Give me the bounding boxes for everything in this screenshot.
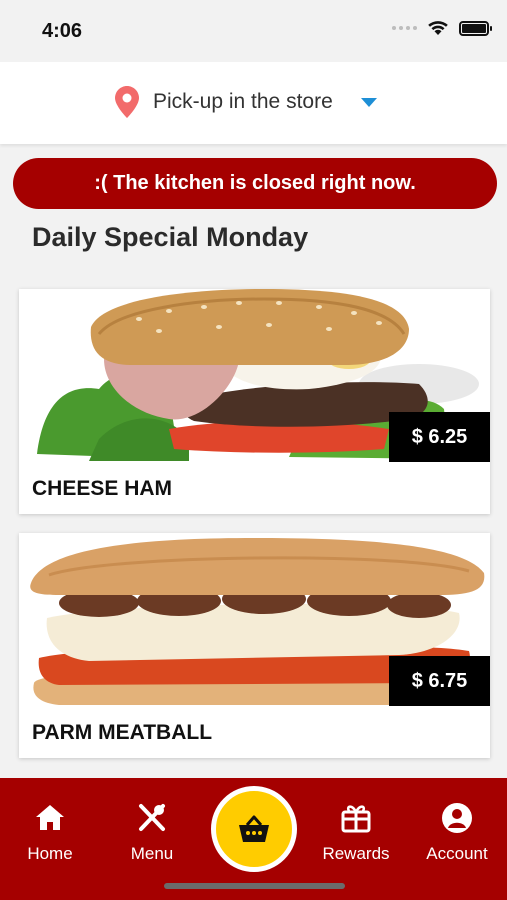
product-name: CHEESE HAM: [32, 477, 173, 500]
product-card[interactable]: $ 6.75 PARM MEATBALL: [19, 533, 490, 758]
home-icon: [36, 805, 64, 830]
nav-menu[interactable]: Menu: [107, 802, 197, 864]
nav-rewards[interactable]: Rewards: [311, 802, 401, 864]
nav-account[interactable]: Account: [412, 802, 502, 864]
basket-icon: [239, 815, 269, 842]
location-selector[interactable]: Pick-up in the store: [0, 62, 507, 144]
price-tag: $ 6.75: [389, 656, 490, 706]
product-card[interactable]: $ 6.25 CHEESE HAM: [19, 289, 490, 514]
battery-icon: [459, 20, 492, 36]
map-pin-icon: [115, 86, 139, 118]
bottom-navigation: Home Menu Rewards Account: [0, 778, 507, 900]
nav-rewards-label: Rewards: [322, 844, 390, 863]
utensils-icon: [139, 804, 165, 831]
cellular-signal-icon: [392, 26, 417, 30]
nav-home-label: Home: [27, 844, 73, 863]
nav-home[interactable]: Home: [5, 802, 95, 864]
nav-menu-label: Menu: [130, 844, 174, 863]
status-bar: 4:06: [0, 0, 507, 62]
price-tag: $ 6.25: [389, 412, 490, 462]
product-name: PARM MEATBALL: [32, 721, 213, 744]
gift-icon: [341, 805, 371, 833]
status-time: 4:06: [42, 20, 83, 42]
basket-button[interactable]: [211, 786, 297, 872]
home-indicator[interactable]: [164, 883, 345, 889]
status-icons: [392, 20, 492, 36]
chevron-down-icon[interactable]: [360, 97, 377, 107]
wifi-icon: [428, 21, 448, 35]
nav-account-label: Account: [426, 844, 488, 863]
section-title: Daily Special Monday: [32, 222, 309, 252]
location-label: Pick-up in the store: [153, 90, 333, 113]
kitchen-closed-banner: :( The kitchen is closed right now.: [13, 158, 497, 209]
account-icon: [442, 803, 472, 833]
kitchen-closed-text: :( The kitchen is closed right now.: [94, 172, 416, 194]
